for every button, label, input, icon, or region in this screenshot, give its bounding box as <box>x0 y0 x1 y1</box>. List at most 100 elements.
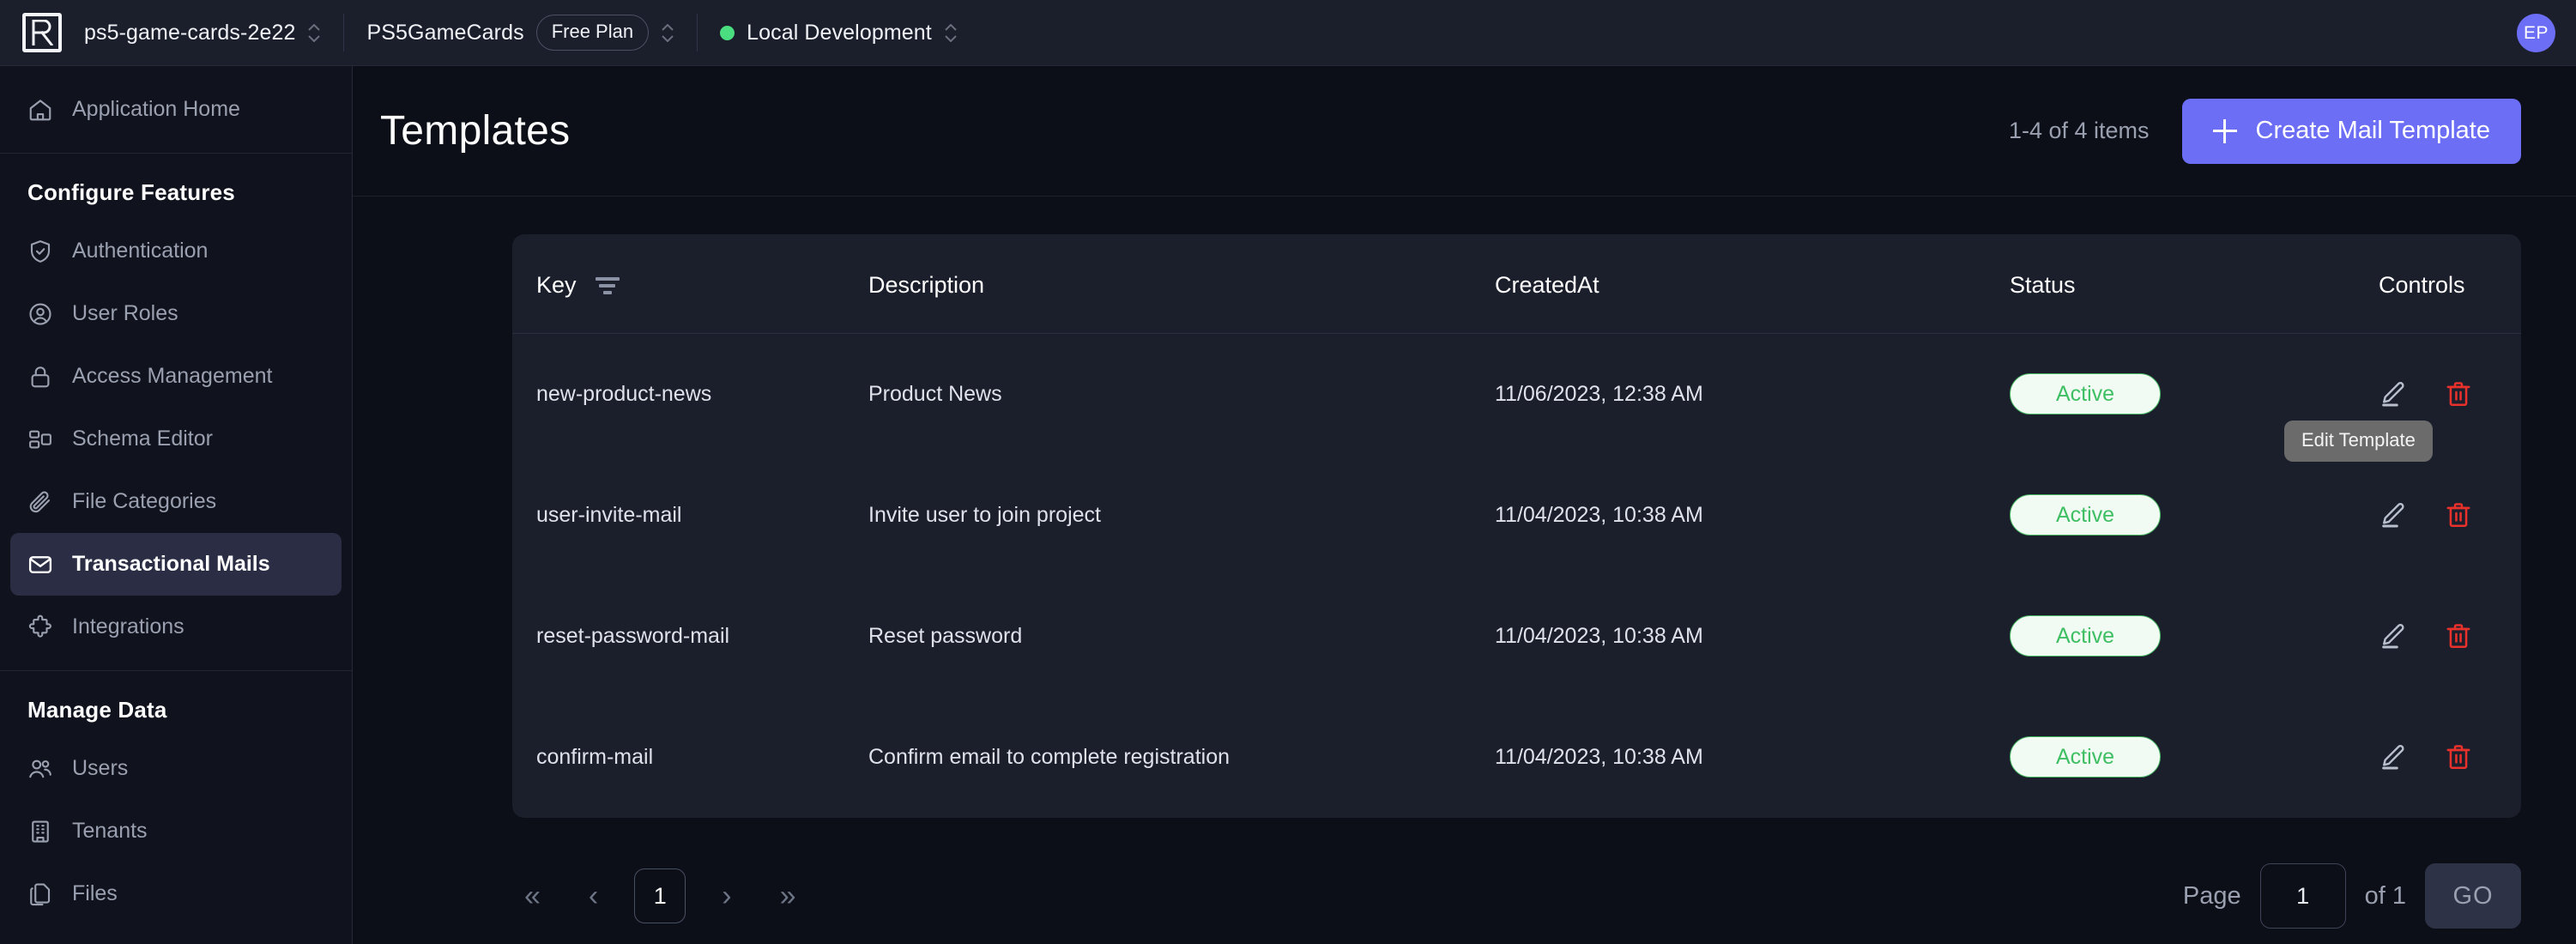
cell-description: Invite user to join project <box>868 454 1495 576</box>
cell-key: user-invite-mail <box>512 454 868 576</box>
pencil-icon <box>2382 745 2404 770</box>
cell-description: Product News <box>868 381 1002 406</box>
edit-template-button[interactable] <box>2379 621 2408 651</box>
sidebar-item-file-categories[interactable]: File Categories <box>10 470 342 533</box>
table-row[interactable]: user-invite-mail Invite user to join pro… <box>512 421 2521 576</box>
sidebar-item-access-management[interactable]: Access Management <box>10 345 342 408</box>
chevron-updown-icon[interactable] <box>661 23 674 42</box>
chevron-updown-icon[interactable] <box>944 23 958 42</box>
column-header-controls: Controls <box>2379 234 2521 334</box>
delete-template-button[interactable] <box>2444 621 2473 651</box>
schema-icon <box>27 427 53 452</box>
trash-icon <box>2446 624 2470 649</box>
files-icon <box>27 881 53 907</box>
cell-createdat: 11/06/2023, 12:38 AM <box>1495 381 1703 406</box>
first-page-button[interactable]: « <box>512 874 553 917</box>
create-mail-template-label: Create Mail Template <box>2255 117 2490 144</box>
delete-template-button[interactable] <box>2444 379 2473 408</box>
tooltip-edit-template: Edit Template <box>2284 421 2433 462</box>
cell-createdat: 11/04/2023, 10:38 AM <box>1495 454 2010 576</box>
prev-page-button[interactable]: ‹ <box>577 874 610 917</box>
go-button[interactable]: GO <box>2425 863 2521 929</box>
sidebar-item-label: User Roles <box>72 301 178 325</box>
sidebar-item-integrations[interactable]: Integrations <box>10 596 342 658</box>
page-input[interactable] <box>2259 863 2346 929</box>
create-mail-template-button[interactable]: Create Mail Template <box>2181 98 2521 164</box>
sidebar-item-label: Schema Editor <box>72 427 213 451</box>
sidebar-item-transactional-mails[interactable]: Transactional Mails <box>10 533 342 596</box>
last-page-button[interactable]: » <box>768 874 808 917</box>
cell-key: reset-password-mail <box>512 575 868 697</box>
page-number-1[interactable]: 1 <box>634 868 686 923</box>
templates-table-card: Key Description CreatedAt Status Control… <box>512 234 2521 818</box>
sidebar-item-files[interactable]: Files <box>10 862 342 925</box>
sidebar-section-title-configure: Configure Features <box>27 179 235 205</box>
environment-selector[interactable]: Local Development <box>698 0 980 66</box>
project-name: ps5-game-cards-2e22 <box>84 20 296 45</box>
paperclip-icon <box>27 489 53 515</box>
sidebar-item-tenants[interactable]: Tenants <box>10 800 342 862</box>
pencil-icon <box>2382 382 2404 407</box>
status-badge: Active <box>2010 494 2161 536</box>
cell-status: Active <box>2010 575 2379 697</box>
edit-template-button[interactable] <box>2379 500 2408 529</box>
top-bar: ps5-game-cards-2e22 PS5GameCards Free Pl… <box>0 0 2576 66</box>
status-badge: Active <box>2010 615 2161 657</box>
chevron-updown-icon[interactable] <box>307 23 321 42</box>
pencil-icon <box>2382 503 2404 528</box>
lock-icon <box>27 364 53 390</box>
sidebar-item-label: Integrations <box>72 614 184 638</box>
delete-template-button[interactable] <box>2444 742 2473 772</box>
table-row[interactable]: new-product-news Product News 11/06/2023… <box>512 334 2521 455</box>
column-header-createdat[interactable]: CreatedAt <box>1495 234 2010 334</box>
plan-badge: Free Plan <box>535 15 650 51</box>
cell-description: Reset password <box>868 575 1495 697</box>
logo-r-glyph <box>32 20 53 45</box>
next-page-button[interactable]: › <box>710 874 743 917</box>
puzzle-icon <box>27 614 53 640</box>
delete-template-button[interactable] <box>2444 500 2473 529</box>
users-icon <box>27 756 53 782</box>
app-logo[interactable] <box>22 13 62 52</box>
environment-status-dot <box>720 25 735 40</box>
home-icon <box>27 97 53 123</box>
plus-icon <box>2212 118 2237 143</box>
table-row[interactable]: reset-password-mail Reset password 11/04… <box>512 575 2521 697</box>
sidebar-item-label: Transactional Mails <box>72 552 270 576</box>
cell-description: Confirm email to complete registration <box>868 696 1495 818</box>
page-total-label: of 1 <box>2364 881 2406 910</box>
column-header-status[interactable]: Status <box>2010 234 2379 334</box>
project-selector[interactable]: ps5-game-cards-2e22 <box>62 0 343 66</box>
column-header-description[interactable]: Description <box>868 234 1495 334</box>
sidebar-item-users[interactable]: Users <box>10 737 342 800</box>
items-count: 1-4 of 4 items <box>2008 118 2150 143</box>
app-selector[interactable]: PS5GameCards Free Plan <box>344 0 697 66</box>
sidebar-item-label: Access Management <box>72 364 273 388</box>
main-content: Templates 1-4 of 4 items Create Mail Tem… <box>353 66 2576 944</box>
sidebar-item-schema-editor[interactable]: Schema Editor <box>10 408 342 470</box>
trash-icon <box>2446 382 2470 407</box>
status-badge: Active <box>2010 373 2161 415</box>
sidebar: Application Home Configure Features Auth… <box>0 66 353 944</box>
sidebar-item-authentication[interactable]: Authentication <box>10 220 342 282</box>
sidebar-item-application-home[interactable]: Application Home <box>10 78 342 141</box>
cell-status: Active <box>2010 454 2379 576</box>
cell-key: confirm-mail <box>512 696 868 818</box>
table-row[interactable]: confirm-mail Confirm email to complete r… <box>512 696 2521 818</box>
building-icon <box>27 819 53 844</box>
sidebar-item-label: Files <box>72 881 118 905</box>
filter-icon[interactable] <box>595 276 620 294</box>
sidebar-item-user-roles[interactable]: User Roles <box>10 282 342 345</box>
environment-name: Local Development <box>747 20 932 45</box>
page-header: Templates 1-4 of 4 items Create Mail Tem… <box>353 66 2576 197</box>
edit-template-button[interactable] <box>2379 742 2408 772</box>
avatar[interactable]: EP <box>2517 14 2555 52</box>
edit-template-button[interactable] <box>2379 379 2408 408</box>
sidebar-item-label: Tenants <box>72 819 148 843</box>
trash-icon <box>2446 503 2470 528</box>
app-name: PS5GameCards <box>366 20 524 45</box>
cell-controls <box>2379 696 2521 818</box>
column-header-key[interactable]: Key <box>512 234 868 334</box>
page-header-actions: 1-4 of 4 items Create Mail Template <box>2008 98 2521 164</box>
user-circle-icon <box>27 301 53 327</box>
